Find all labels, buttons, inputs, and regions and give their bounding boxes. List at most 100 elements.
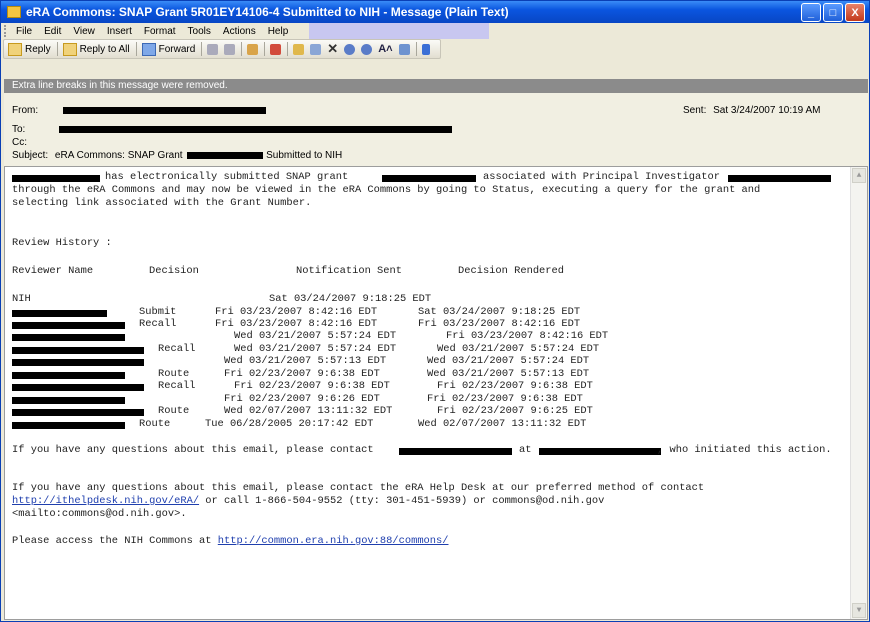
- toolbar-options-icon[interactable]: [421, 43, 430, 55]
- reviewer-redacted: [12, 310, 107, 317]
- body-line2: through the eRA Commons and may now be v…: [12, 184, 761, 196]
- review-row-decision: Recall: [158, 343, 196, 355]
- message-window: eRA Commons: SNAP Grant 5R01EY14106-4 Su…: [0, 0, 870, 622]
- review-row-notification: Fri 02/23/2007 9:6:38 EDT: [234, 380, 390, 392]
- access-text: Please access the NIH Commons at: [12, 535, 218, 547]
- review-row-rendered: Fri 02/23/2007 9:6:38 EDT: [427, 393, 583, 405]
- envelope-icon: [7, 6, 21, 18]
- review-row-decision: Route: [158, 368, 190, 380]
- review-row-notification: Wed 02/07/2007 13:11:32 EDT: [224, 405, 393, 417]
- subject-prefix: eRA Commons: SNAP Grant: [54, 150, 183, 161]
- review-row-notification: Fri 02/23/2007 9:6:38 EDT: [224, 368, 380, 380]
- col-decision-rendered: Decision Rendered: [458, 265, 565, 277]
- review-row-notification: Wed 03/21/2007 5:57:13 EDT: [224, 355, 387, 367]
- reply-button[interactable]: Reply: [8, 42, 51, 56]
- reply-all-label: Reply to All: [79, 43, 130, 55]
- questions-line1-c: , who initiated this action.: [657, 444, 832, 456]
- reviewer-redacted: [12, 422, 125, 429]
- pi-redacted: [728, 175, 831, 182]
- scroll-down-icon[interactable]: ▼: [852, 603, 866, 618]
- move-folder-icon[interactable]: [247, 43, 259, 55]
- from-label: From:: [12, 105, 39, 116]
- menu-view[interactable]: View: [73, 26, 95, 37]
- forward-label: Forward: [158, 43, 196, 55]
- questions-line2: If you have any questions about this ema…: [12, 482, 705, 494]
- review-row-notification: Sat 03/24/2007 9:18:25 EDT: [269, 293, 432, 305]
- menu-tools[interactable]: Tools: [188, 26, 211, 37]
- review-row-notification: Fri 03/23/2007 8:42:16 EDT: [215, 306, 378, 318]
- message-header: From: Sent: Sat 3/24/2007 10:19 AM To: C…: [4, 93, 868, 166]
- body-line1a: has electronically submitted SNAP grant: [105, 171, 349, 183]
- review-row-notification: Fri 03/23/2007 8:42:16 EDT: [215, 318, 378, 330]
- helpdesk-link[interactable]: http://ithelpdesk.nih.gov/eRA/: [12, 495, 199, 507]
- font-size-button[interactable]: A˄: [378, 43, 392, 55]
- body-line3: selecting link associated with the Grant…: [12, 197, 312, 209]
- title-bar[interactable]: eRA Commons: SNAP Grant 5R01EY14106-4 Su…: [1, 1, 869, 23]
- scroll-up-icon[interactable]: ▲: [852, 168, 866, 183]
- helpdesk-line: http://ithelpdesk.nih.gov/eRA/ or call 1…: [12, 495, 604, 507]
- message-body[interactable]: has electronically submitted SNAP grant …: [4, 166, 868, 620]
- delete-icon: ✕: [327, 41, 339, 56]
- helpdesk-contact-text: or call 1-866-504-9552 (tty: 301-451-593…: [199, 495, 605, 507]
- forward-icon: [141, 42, 156, 56]
- previous-item-icon[interactable]: [344, 43, 356, 55]
- mailto-text[interactable]: <mailto:commons@od.nih.gov>: [12, 508, 180, 520]
- help-icon[interactable]: [398, 43, 410, 55]
- menu-edit[interactable]: Edit: [44, 26, 61, 37]
- cc-row: Cc:: [12, 137, 27, 148]
- questions-line1-a: If you have any questions about this ema…: [12, 444, 374, 456]
- to-value-redacted[interactable]: [59, 125, 453, 133]
- reviewer-redacted: [12, 372, 125, 379]
- subject-label: Subject:: [12, 150, 49, 161]
- junk-folder-icon[interactable]: [293, 43, 305, 55]
- reply-all-button[interactable]: Reply to All: [62, 42, 130, 56]
- review-row-rendered: Sat 03/24/2007 9:18:25 EDT: [418, 306, 581, 318]
- forward-button[interactable]: Forward: [141, 42, 196, 56]
- questions-line1-b: at: [519, 444, 532, 456]
- col-notification-sent: Notification Sent: [296, 265, 403, 277]
- review-row-decision: Route: [139, 418, 171, 430]
- minimize-button[interactable]: _: [801, 3, 821, 22]
- window-title: eRA Commons: SNAP Grant 5R01EY14106-4 Su…: [26, 5, 509, 19]
- reviewer-redacted: [12, 347, 144, 354]
- review-row-rendered: Wed 02/07/2007 13:11:32 EDT: [418, 418, 587, 430]
- contact-name-redacted: [399, 448, 512, 455]
- vertical-scrollbar[interactable]: ▲ ▼: [850, 167, 867, 619]
- print-icon[interactable]: [207, 43, 219, 55]
- reply-label: Reply: [25, 43, 51, 55]
- menu-bar: File Edit View Insert Format Tools Actio…: [1, 23, 869, 39]
- menu-file[interactable]: File: [16, 26, 32, 37]
- next-item-icon[interactable]: [361, 43, 373, 55]
- col-reviewer-name: Reviewer Name: [12, 265, 94, 277]
- menu-help[interactable]: Help: [268, 26, 289, 37]
- from-value-redacted[interactable]: [62, 106, 266, 114]
- review-row-rendered: Fri 03/23/2007 8:42:16 EDT: [446, 330, 609, 342]
- subject-suffix: Submitted to NIH: [266, 150, 343, 161]
- follow-up-flag-icon[interactable]: [270, 43, 282, 55]
- reviewer-redacted: [12, 359, 144, 366]
- mailto-line: <mailto:commons@od.nih.gov>.: [12, 508, 187, 520]
- review-row-decision: Recall: [158, 380, 196, 392]
- delete-button[interactable]: ✕: [327, 41, 338, 57]
- close-button[interactable]: X: [845, 3, 865, 22]
- sent-row: Sent: Sat 3/24/2007 10:19 AM: [683, 105, 820, 116]
- commons-link[interactable]: http://common.era.nih.gov:88/commons/: [218, 535, 449, 547]
- menu-format[interactable]: Format: [144, 26, 176, 37]
- sent-value: Sat 3/24/2007 10:19 AM: [713, 105, 821, 116]
- to-row: To:: [12, 124, 453, 135]
- menu-insert[interactable]: Insert: [107, 26, 132, 37]
- review-row-reviewer: NIH: [12, 293, 31, 305]
- menu-actions[interactable]: Actions: [223, 26, 256, 37]
- maximize-button[interactable]: □: [823, 3, 843, 22]
- info-bar[interactable]: Extra line breaks in this message were r…: [4, 79, 868, 93]
- menu-grip-icon[interactable]: [4, 25, 12, 37]
- review-row-notification: Wed 03/21/2007 5:57:24 EDT: [234, 330, 397, 342]
- copy-icon[interactable]: [224, 43, 236, 55]
- review-row-rendered: Fri 02/23/2007 9:6:38 EDT: [437, 380, 593, 392]
- contact-email-redacted: [539, 448, 661, 455]
- cc-label: Cc:: [12, 137, 27, 148]
- address-book-icon[interactable]: [310, 43, 322, 55]
- sender-redacted: [12, 175, 100, 182]
- review-row-notification: Tue 06/28/2005 20:17:42 EDT: [205, 418, 374, 430]
- reviewer-redacted: [12, 334, 125, 341]
